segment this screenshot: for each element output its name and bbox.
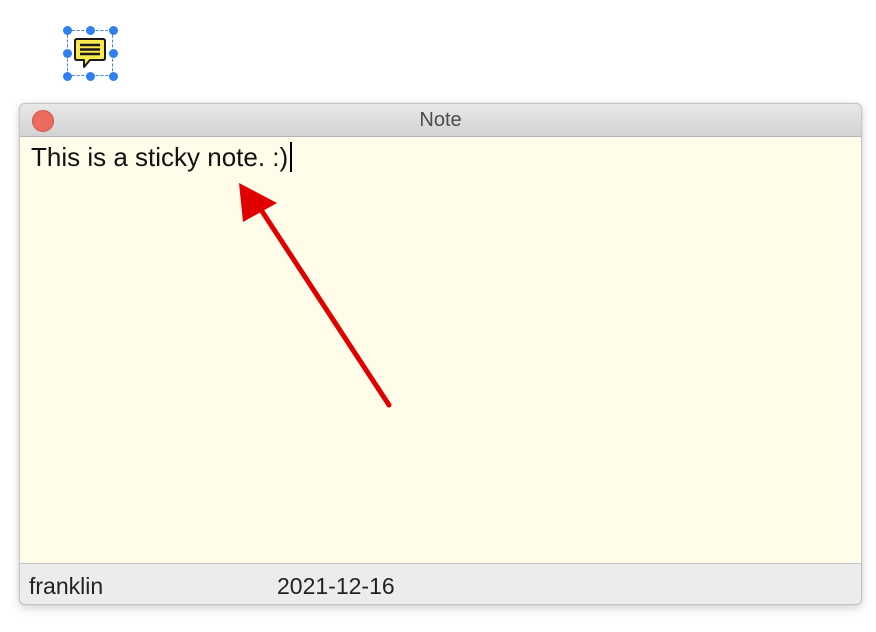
window-title: Note — [419, 109, 462, 131]
note-text-line: This is a sticky note. :) — [31, 142, 293, 173]
author-label: franklin — [29, 573, 104, 599]
note-text: This is a sticky note. :) — [31, 142, 289, 172]
resize-handle-top[interactable] — [86, 26, 95, 35]
title-bar[interactable]: Note — [20, 104, 861, 137]
text-caret — [290, 142, 293, 172]
resize-handle-left[interactable] — [63, 49, 72, 58]
note-footer: franklin 2021-12-16 — [20, 563, 861, 604]
speech-bubble-note-icon — [74, 38, 106, 68]
resize-handle-bottom[interactable] — [86, 72, 95, 81]
note-text-area[interactable]: This is a sticky note. :) — [20, 137, 861, 563]
resize-handle-bottom-left[interactable] — [63, 72, 72, 81]
resize-handle-top-left[interactable] — [63, 26, 72, 35]
note-window[interactable]: Note This is a sticky note. :) franklin … — [19, 103, 862, 605]
date-label: 2021-12-16 — [277, 573, 395, 599]
resize-handle-top-right[interactable] — [109, 26, 118, 35]
note-annotation[interactable] — [63, 26, 118, 81]
resize-handle-bottom-right[interactable] — [109, 72, 118, 81]
canvas: Note This is a sticky note. :) franklin … — [0, 0, 876, 632]
resize-handle-right[interactable] — [109, 49, 118, 58]
